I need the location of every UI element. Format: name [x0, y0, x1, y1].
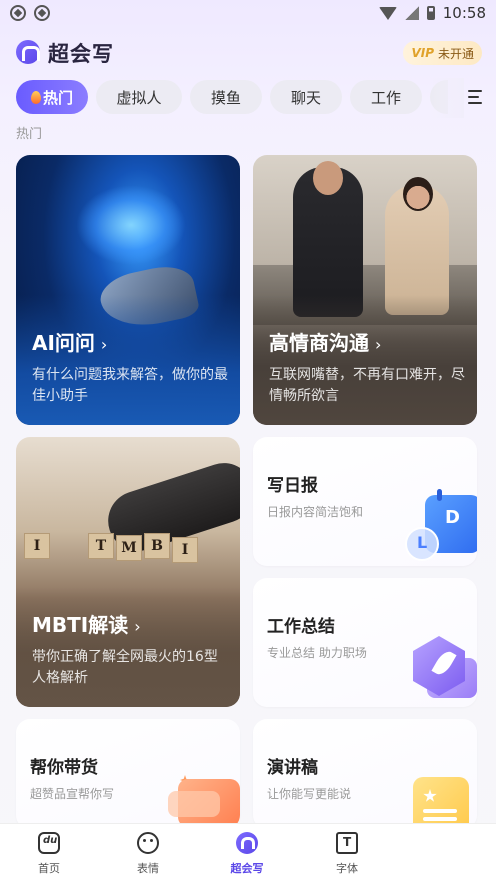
- app-title: 超会写: [48, 42, 114, 66]
- section-label: 热门: [16, 127, 43, 142]
- card-title: AI问问 ›: [32, 331, 108, 355]
- bottom-nav: 首页 表情 超会写 字体: [0, 823, 496, 881]
- vip-status: 未开通: [437, 46, 474, 61]
- man-illustration: [293, 161, 363, 317]
- card-desc: 互联网嘴替，不再有口难开，尽情畅所欲言: [269, 367, 465, 404]
- letter-block: I: [24, 533, 50, 559]
- clock-icon: [405, 527, 439, 561]
- app-header: 超会写 VIP 未开通: [14, 38, 482, 68]
- signal-icon: [404, 6, 419, 20]
- card-speech-draft[interactable]: 演讲稿 让你能写更能说: [253, 719, 477, 829]
- card-title: 高情商沟通 ›: [269, 331, 382, 355]
- fire-icon: [30, 90, 41, 104]
- woman-illustration: [385, 177, 449, 315]
- app-logo-icon: [16, 40, 40, 64]
- card-desc: 超赞品宣帮你写: [30, 787, 115, 801]
- card-desc: 有什么问题我来解答，做你的最佳小助手: [32, 367, 228, 404]
- tab-work[interactable]: 工作: [350, 80, 422, 114]
- write-icon: [236, 832, 258, 854]
- card-title: 演讲稿: [267, 758, 318, 778]
- battery-icon: [426, 6, 435, 20]
- vip-badge[interactable]: VIP 未开通: [403, 41, 482, 65]
- letter-block: T: [88, 533, 114, 559]
- card-desc: 带你正确了解全网最火的16型人格解析: [32, 649, 218, 686]
- menu-icon[interactable]: [468, 90, 482, 108]
- card-sell-goods[interactable]: 帮你带货 超赞品宣帮你写: [16, 719, 240, 829]
- nav-label: 表情: [137, 862, 159, 875]
- vip-mark: VIP: [411, 46, 434, 60]
- tab-chat[interactable]: 聊天: [270, 80, 342, 114]
- letter-block: M: [116, 535, 142, 561]
- card-desc: 让你能写更能说: [267, 787, 352, 801]
- card-title: 工作总结: [267, 617, 335, 637]
- shopping-bag-icon: [168, 779, 240, 827]
- nav-home[interactable]: 首页: [14, 832, 84, 876]
- tab-label: 摸鱼: [210, 88, 241, 107]
- nav-label: 超会写: [230, 862, 264, 875]
- tab-virtual-human[interactable]: 虚拟人: [96, 80, 182, 114]
- robot-hand-illustration: [96, 260, 201, 335]
- wifi-icon: [378, 6, 397, 20]
- tab-hot[interactable]: 热门: [16, 80, 88, 114]
- speech-document-icon: [413, 777, 469, 829]
- nav-font[interactable]: 字体: [312, 832, 382, 876]
- card-title: 写日报: [267, 476, 318, 496]
- emoji-face-icon: [137, 832, 159, 854]
- card-daily-report[interactable]: 写日报 日报内容简洁饱和 D: [253, 437, 477, 566]
- chevron-right-icon: ›: [375, 335, 382, 354]
- chevron-right-icon: ›: [134, 617, 141, 636]
- letter-block: B: [144, 533, 170, 559]
- nav-label: 字体: [336, 862, 358, 875]
- nav-write[interactable]: 超会写: [212, 832, 282, 876]
- tab-label: 聊天: [290, 88, 321, 107]
- home-icon: [38, 832, 60, 854]
- card-title: MBTI解读 ›: [32, 613, 141, 637]
- card-desc: 日报内容简洁饱和: [267, 505, 364, 519]
- card-desc: 专业总结 助力职场: [267, 646, 367, 660]
- card-work-summary[interactable]: 工作总结 专业总结 助力职场: [253, 578, 477, 707]
- card-high-eq[interactable]: 高情商沟通 › 互联网嘴替，不再有口难开，尽情畅所欲言: [253, 155, 477, 425]
- card-ai-ask[interactable]: AI问问 › 有什么问题我来解答，做你的最佳小助手: [16, 155, 240, 425]
- status-bar: 10:58: [0, 0, 496, 28]
- tab-label: 虚拟人: [116, 88, 162, 107]
- tabs-fade: [430, 78, 464, 118]
- notification-icons: [10, 5, 50, 21]
- font-icon: [336, 832, 358, 854]
- tab-label: 热门: [42, 88, 73, 107]
- nav-label: 首页: [38, 862, 60, 875]
- tab-slack-off[interactable]: 摸鱼: [190, 80, 262, 114]
- clock: 10:58: [442, 4, 486, 22]
- card-title: 帮你带货: [30, 758, 98, 778]
- notification-icon: [34, 5, 50, 21]
- tab-label: 工作: [370, 88, 401, 107]
- notification-icon: [10, 5, 26, 21]
- calendar-letter: D: [445, 507, 460, 528]
- category-tabs: 热门 虚拟人 摸鱼 聊天 工作 行: [16, 80, 448, 116]
- card-mbti[interactable]: I T M B I MBTI解读 › 带你正确了解全网最火的16型人格解析: [16, 437, 240, 707]
- nav-emoji[interactable]: 表情: [113, 832, 183, 876]
- letter-block: I: [172, 537, 198, 563]
- chevron-right-icon: ›: [100, 335, 108, 354]
